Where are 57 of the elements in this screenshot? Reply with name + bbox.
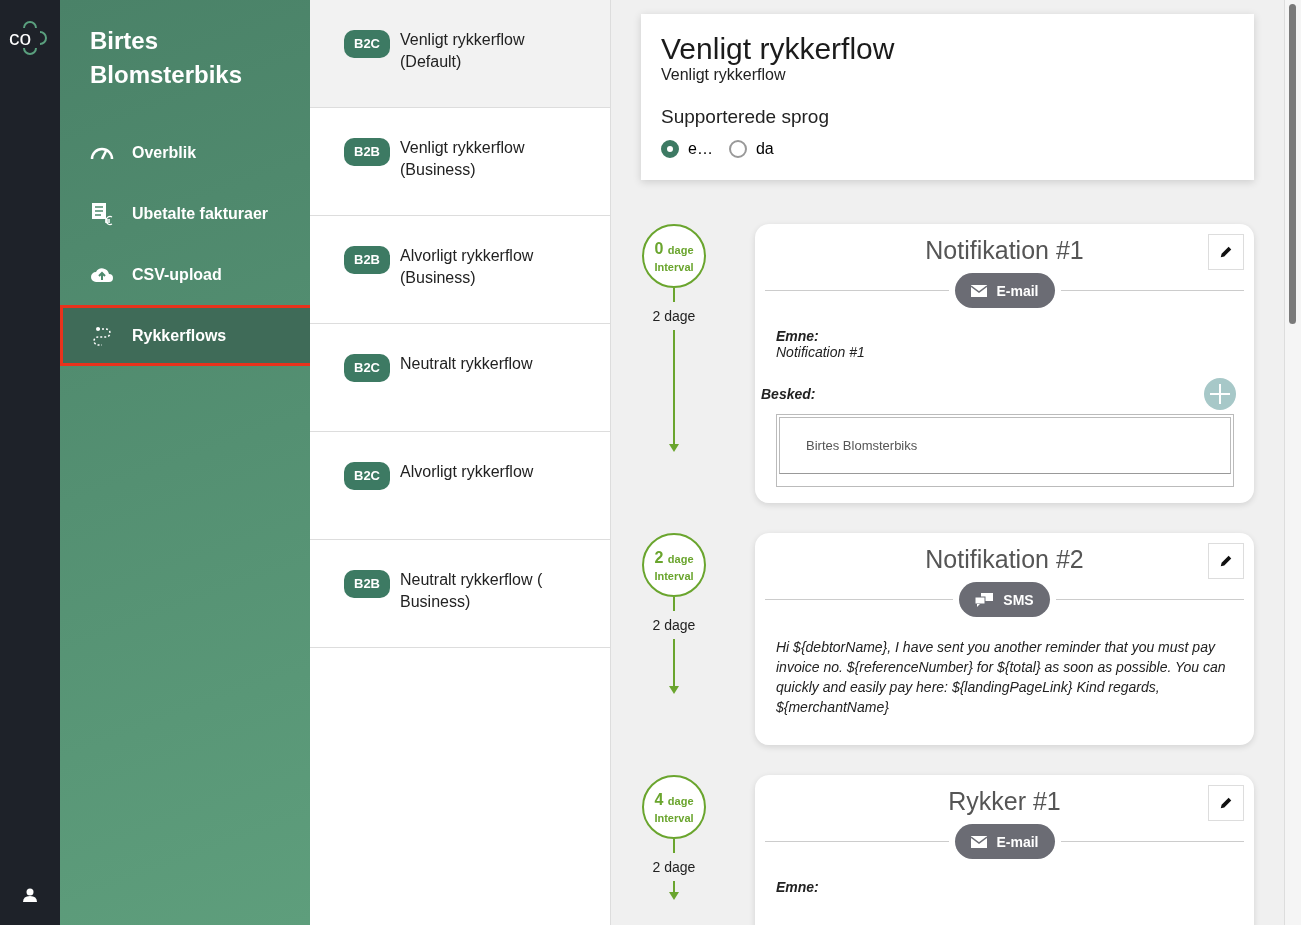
channel-chip: E-mail [954, 824, 1055, 859]
channel-chip: SMS [959, 582, 1050, 617]
language-radio[interactable]: e… [661, 140, 713, 158]
flow-item[interactable]: B2B Venligt rykkerflow (Business) [310, 108, 610, 216]
flow-item[interactable]: B2C Neutralt rykkerflow [310, 324, 610, 432]
languages-label: Supporterede sprog [661, 106, 830, 128]
nav-item[interactable]: Rykkerflows [60, 305, 313, 366]
segment-tag: B2B [344, 138, 390, 166]
timeline-arrow [668, 639, 680, 695]
flow-item[interactable]: B2B Neutralt rykkerflow ( Business) [310, 540, 610, 648]
step-title: Rykker #1 [947, 787, 1062, 816]
flow-subtitle: Venligt rykkerflow [661, 66, 787, 84]
chat-bubbles-icon [975, 592, 994, 607]
envelope-icon [970, 284, 987, 297]
user-icon[interactable] [22, 887, 38, 903]
segment-tag: B2C [344, 462, 390, 490]
message-editor[interactable]: Birtes Blomsterbiks [776, 414, 1234, 487]
step-title: Notifikation #2 [924, 545, 1085, 574]
subject-label: Emne: [775, 879, 820, 895]
nav-item[interactable]: Overblik [60, 122, 310, 183]
segment-tag: B2C [344, 354, 390, 382]
channel-chip: E-mail [954, 273, 1055, 308]
pencil-icon [1219, 554, 1233, 568]
cloud-upload-icon [90, 265, 114, 284]
message-label: Besked: [761, 386, 816, 402]
segment-tag: B2B [344, 246, 390, 274]
nav-item[interactable]: Ubetalte fakturaer [60, 183, 310, 244]
step-title: Notifikation #1 [924, 236, 1085, 265]
scrollbar[interactable] [1284, 0, 1301, 925]
segment-tag: B2C [344, 30, 390, 58]
language-radio[interactable]: da [728, 140, 774, 158]
interval-circle: 4 dage Interval [642, 775, 706, 839]
pencil-icon [1219, 245, 1233, 259]
interval-circle: 0 dage Interval [642, 224, 706, 288]
edit-button[interactable] [1208, 785, 1244, 821]
segment-tag: B2B [344, 570, 390, 598]
flow-item[interactable]: B2C Venligt rykkerflow (Default) [310, 0, 610, 108]
envelope-icon [970, 835, 987, 848]
subject-text: Notification #1 [775, 344, 866, 360]
gap-label: 2 dage [652, 858, 696, 877]
plus-icon [1204, 378, 1236, 410]
pencil-icon [1219, 796, 1233, 810]
timeline-arrow [668, 881, 680, 901]
flow-title: Venligt rykkerflow [661, 32, 896, 66]
gap-label: 2 dage [652, 616, 696, 635]
edit-button[interactable] [1208, 234, 1244, 270]
flow-item[interactable]: B2C Alvorligt rykkerflow [310, 432, 610, 540]
flow-item[interactable]: B2B Alvorligt rykkerflow (Business) [310, 216, 610, 324]
invoice-icon [90, 201, 114, 226]
nav-item[interactable]: CSV-upload [60, 244, 310, 305]
edit-button[interactable] [1208, 543, 1244, 579]
message-text: Hi ${debtorName}, I have sent you another reminder that you must pay invoice no. ${referenceNumber} for ${total} as soon as possible. You can quickly and easily pay here: ${landingPageLink} Kind regards, ${merchantName} [775, 638, 1227, 717]
gap-label: 2 dage [652, 307, 696, 326]
company-name: Birtes Blomsterbiks [89, 26, 244, 90]
logo: co [10, 18, 50, 58]
interval-circle: 2 dage Interval [642, 533, 706, 597]
subject-label: Emne: [775, 328, 820, 344]
